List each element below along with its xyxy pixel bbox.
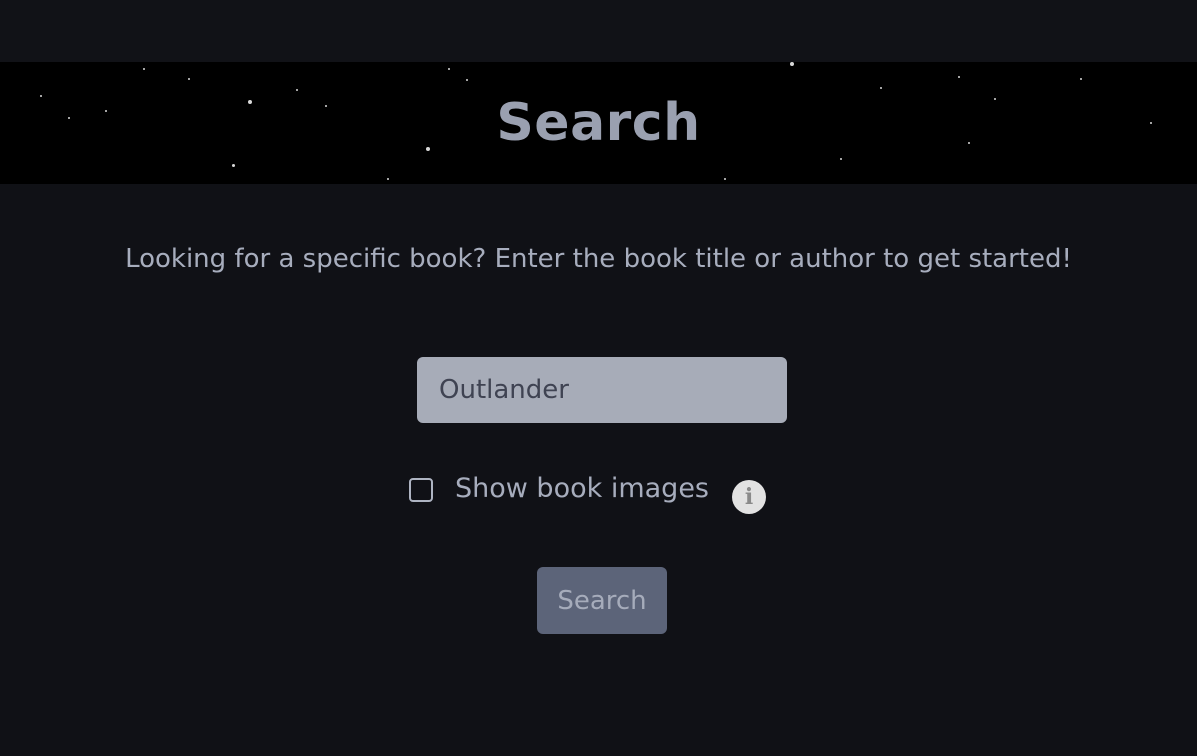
page-title: Search — [496, 93, 701, 153]
search-input[interactable] — [417, 357, 787, 423]
show-images-checkbox[interactable] — [409, 478, 433, 502]
intro-text: Looking for a specific book? Enter the b… — [125, 244, 1072, 274]
search-button[interactable]: Search — [537, 567, 667, 634]
top-bar — [0, 0, 1197, 62]
page-banner: Search — [0, 62, 1197, 184]
show-images-label[interactable]: Show book images — [455, 470, 709, 508]
info-icon[interactable]: i — [732, 480, 766, 514]
